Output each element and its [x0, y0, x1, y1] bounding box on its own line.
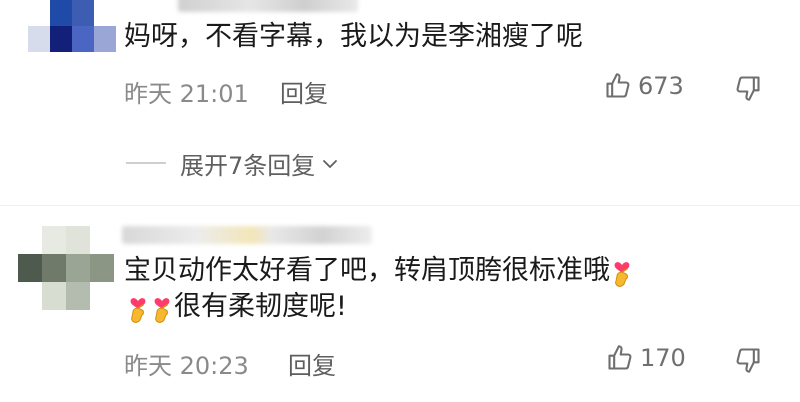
comment-2-like-button[interactable]: 170 — [606, 344, 686, 372]
thumbs-up-icon — [608, 345, 632, 370]
comment-1-text: 妈呀，不看字幕，我以为是李湘瘦了呢 — [124, 21, 583, 52]
comment-2-like-count: 170 — [640, 344, 686, 372]
comment-1-time: 昨天 21:01 — [124, 80, 249, 108]
thumbs-down-icon — [736, 348, 760, 373]
comment-2-text-part-1: 宝贝动作太好看了吧，转肩顶胯很标准哦 — [124, 255, 610, 286]
commenter-2-name-blurred[interactable] — [122, 226, 372, 244]
comment-2-text-part-2: 很有柔韧度呢! — [174, 291, 347, 322]
finger-heart-emoji-icon — [130, 297, 146, 323]
commenter-1-name-blurred[interactable] — [178, 0, 358, 12]
comment-1-reply-button[interactable]: 回复 — [280, 74, 328, 109]
comment-1-like-count: 673 — [638, 72, 684, 100]
comment-1-dislike-button[interactable] — [734, 74, 762, 106]
comment-2-text-line-1: 宝贝动作太好看了吧，转肩顶胯很标准哦 — [124, 254, 634, 288]
chevron-down-icon — [323, 159, 338, 168]
comment-2-dislike-button[interactable] — [734, 346, 762, 378]
thumbs-down-icon — [736, 76, 760, 101]
expand-divider-line — [126, 162, 166, 164]
finger-heart-emoji-icon — [154, 297, 170, 323]
comment-2-reply-button[interactable]: 回复 — [288, 346, 336, 381]
expand-replies-label: 展开7条回复 — [180, 152, 316, 180]
commenter-2-avatar[interactable] — [18, 226, 114, 310]
commenter-1-avatar[interactable] — [28, 0, 116, 52]
expand-replies-button[interactable]: 展开7条回复 — [180, 146, 339, 181]
thumbs-up-icon — [606, 73, 630, 98]
comment-2-time: 昨天 20:23 — [124, 352, 249, 380]
comment-1-like-button[interactable]: 673 — [604, 72, 684, 100]
finger-heart-emoji-icon — [614, 261, 630, 287]
comment-divider — [0, 205, 800, 206]
comment-2-text-line-2: 很有柔韧度呢! — [126, 290, 347, 324]
